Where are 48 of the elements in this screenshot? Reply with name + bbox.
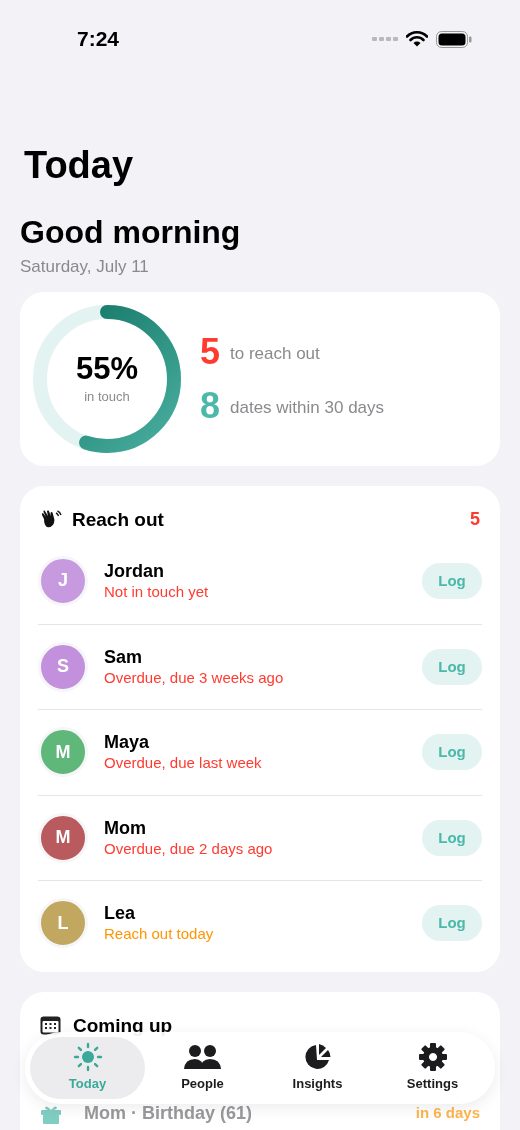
people-icon	[183, 1044, 222, 1071]
percent-value: 55%	[75, 350, 138, 387]
date-text: Saturday, July 11	[20, 256, 150, 278]
stat-number: 8	[200, 385, 220, 426]
wifi-icon	[406, 31, 428, 47]
tab[interactable]: Today	[30, 1037, 145, 1099]
person-status: Overdue, due last week	[104, 753, 262, 774]
stat-number: 5	[200, 331, 220, 372]
sun-icon	[72, 1042, 103, 1073]
log-button[interactable]: Log	[422, 648, 482, 685]
section-title: Coming up	[73, 1013, 173, 1038]
person-name: Sam	[104, 645, 144, 668]
person-name: Maya	[104, 731, 151, 754]
battery-icon	[436, 30, 472, 48]
tab[interactable]: People	[145, 1037, 260, 1099]
person-status: Not in touch yet	[104, 581, 209, 602]
tab[interactable]: Insights	[260, 1037, 375, 1099]
person-status: Reach out today	[104, 924, 214, 945]
event-text: Mom · Birthday (61)	[84, 1102, 252, 1125]
status-time: 7:24	[77, 26, 120, 53]
stat-label: to reach out	[230, 342, 320, 365]
person-status: Overdue, due 2 days ago	[104, 838, 273, 859]
avatar: M	[38, 812, 88, 863]
log-button[interactable]: Log	[422, 562, 482, 599]
avatar: J	[38, 555, 88, 606]
person-name: Lea	[104, 902, 137, 925]
pie-chart-icon	[303, 1043, 332, 1072]
signal-icon	[372, 36, 398, 42]
section-title: Reach out	[72, 507, 164, 532]
avatar: S	[38, 641, 88, 692]
settings-icon	[417, 1042, 448, 1073]
reach-out-count: 5	[470, 508, 480, 532]
page-title: Today	[24, 143, 135, 188]
avatar: M	[38, 727, 88, 778]
person-name: Mom	[104, 816, 147, 839]
greeting: Good morning	[20, 213, 242, 252]
waving-hand-icon	[40, 509, 62, 530]
avatar: L	[38, 898, 88, 949]
log-button[interactable]: Log	[422, 905, 482, 942]
log-button[interactable]: Log	[422, 819, 482, 856]
event-time: in 6 days	[415, 1103, 480, 1124]
ring-caption: in touch	[84, 387, 130, 406]
person-status: Overdue, due 3 weeks ago	[104, 667, 284, 688]
tab[interactable]: Settings	[375, 1037, 490, 1099]
log-button[interactable]: Log	[422, 734, 482, 771]
person-name: Jordan	[104, 559, 165, 582]
stat-label: dates within 30 days	[230, 396, 385, 419]
gift-icon	[40, 1103, 62, 1124]
